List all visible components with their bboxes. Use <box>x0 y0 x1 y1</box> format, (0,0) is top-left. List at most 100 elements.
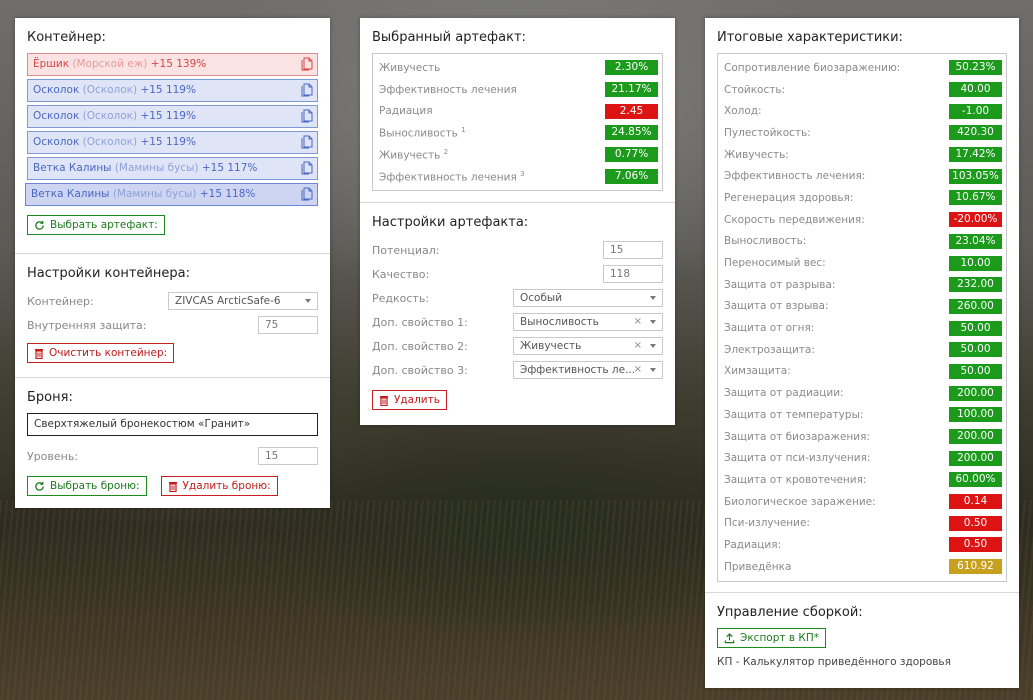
stat-name: Радиация: <box>724 538 782 551</box>
copy-icon[interactable] <box>301 187 313 201</box>
copy-icon[interactable] <box>301 57 313 71</box>
potential-input[interactable]: 15 <box>603 241 663 259</box>
stat-value: 24.85% <box>605 125 658 141</box>
stat-value: 2.30% <box>605 60 658 76</box>
stat-value: 200.00 <box>949 450 1002 466</box>
total-stat-row: Регенерация здоровья: 10.67% <box>724 187 1002 209</box>
artifact-slot[interactable]: Ёршик (Морской еж) +15 139% <box>27 53 318 76</box>
clear-icon[interactable]: × <box>634 338 642 354</box>
totals-panel: Итоговые характеристики: Сопротивление б… <box>705 18 1019 688</box>
armor-level-input[interactable]: 15 <box>258 447 318 465</box>
total-stat-row: Защита от биозаражения: 200.00 <box>724 426 1002 448</box>
chevron-down-icon <box>650 296 656 300</box>
artifact-stat-row: Живучесть 2.30% <box>379 57 658 79</box>
container-select[interactable]: ZIVCAS ArcticSafe-6 <box>168 292 318 310</box>
clear-container-label: Очистить контейнер: <box>49 347 168 359</box>
slot-name: Осколок <box>33 84 80 96</box>
copy-icon[interactable] <box>301 135 313 149</box>
container-select-value: ZIVCAS ArcticSafe-6 <box>175 295 281 307</box>
artifact-panel: Выбранный артефакт: Живучесть 2.30% Эффект… <box>360 18 675 425</box>
prop3-label: Доп. свойство 3: <box>372 363 468 377</box>
total-stat-row: Пулестойкость: 420.30 <box>724 122 1002 144</box>
stat-value: 23.04% <box>949 233 1002 249</box>
chevron-down-icon <box>650 344 656 348</box>
artifact-stat-list: Живучесть 2.30% Эффективность лечения 21.17… <box>372 53 663 192</box>
total-stat-row: Защита от разрыва: 232.00 <box>724 274 1002 296</box>
delete-artifact-button[interactable]: Удалить <box>372 390 447 410</box>
refresh-icon <box>35 220 44 230</box>
slot-name: Ёршик <box>33 58 70 70</box>
stat-name: Электрозащита: <box>724 343 815 356</box>
clear-icon[interactable]: × <box>634 314 642 330</box>
stat-value: 40.00 <box>949 82 1002 98</box>
artifact-slot[interactable]: Ветка Калины (Мамины бусы) +15 118% <box>25 183 318 206</box>
artifact-stat-row: Живучесть 2 0.77% <box>379 144 658 166</box>
artifact-slot[interactable]: Ветка Калины (Мамины бусы) +15 117% <box>27 157 318 180</box>
prop3-select[interactable]: Эффективность ле... × <box>513 361 663 379</box>
copy-icon[interactable] <box>301 161 313 175</box>
stat-value: 0.50 <box>949 537 1002 553</box>
totals-stat-list: Сопротивление биозаражению: 50.23% Стойкос… <box>717 53 1007 582</box>
trash-icon <box>168 481 177 492</box>
select-artifact-label: Выбрать артефакт: <box>50 219 158 231</box>
stat-value: 420.30 <box>949 125 1002 141</box>
stat-value: 7.06% <box>605 168 658 184</box>
prop2-select[interactable]: Живучесть × <box>513 337 663 355</box>
stat-value: 100.00 <box>949 407 1002 423</box>
stat-name: Регенерация здоровья: <box>724 191 854 204</box>
total-stat-row: Эффективность лечения: 103.05% <box>724 165 1002 187</box>
clear-container-button[interactable]: Очистить контейнер: <box>27 343 175 363</box>
stat-value: 260.00 <box>949 298 1002 314</box>
artifact-settings-section: Настройки артефакта: Потенциал: 15 Качес… <box>360 203 675 425</box>
rarity-select[interactable]: Особый <box>513 289 663 307</box>
container-panel: Контейнер: Ёршик (Морской еж) +15 139% Ос… <box>15 18 330 508</box>
armor-title: Броня: <box>27 390 73 405</box>
stat-value: 2.45 <box>605 103 658 119</box>
stat-name: Переносимый вес: <box>724 257 826 270</box>
slot-sub: (Мамины бусы) <box>114 162 199 174</box>
copy-icon[interactable] <box>301 109 313 123</box>
total-stat-row: Живучесть: 17.42% <box>724 144 1002 166</box>
slot-name: Ветка Калины <box>33 162 112 174</box>
slot-name: Осколок <box>33 136 80 148</box>
container-section: Контейнер: Ёршик (Морской еж) +15 139% Ос… <box>15 18 330 254</box>
stat-name: Пси-излучение: <box>724 517 810 530</box>
total-stat-row: Электрозащита: 50.00 <box>724 339 1002 361</box>
stat-name: Пулестойкость: <box>724 126 811 139</box>
stat-name: Выносливость 1 <box>379 126 466 140</box>
slot-level: +15 139% <box>150 58 207 70</box>
copy-icon[interactable] <box>301 83 313 97</box>
stat-value: 50.23% <box>949 60 1002 76</box>
slot-name: Осколок <box>33 110 80 122</box>
armor-field[interactable]: Сверхтяжелый бронекостюм «Гранит» <box>27 413 318 436</box>
stat-name: Стойкость: <box>724 83 786 96</box>
delete-armor-button[interactable]: Удалить броню: <box>160 476 278 496</box>
stat-name: Защита от пси-излучения: <box>724 452 871 465</box>
stat-value: 610.92 <box>949 559 1002 575</box>
quality-input[interactable]: 118 <box>603 265 663 283</box>
stat-name: Сопротивление биозаражению: <box>724 61 901 74</box>
artifact-slot[interactable]: Осколок (Осколок) +15 119% <box>27 79 318 102</box>
artifact-slot[interactable]: Осколок (Осколок) +15 119% <box>27 105 318 128</box>
artifact-slot[interactable]: Осколок (Осколок) +15 119% <box>27 131 318 154</box>
total-stat-row: Химзащита: 50.00 <box>724 361 1002 383</box>
export-button[interactable]: Экспорт в КП* <box>717 628 826 648</box>
total-stat-row: Биологическое заражение: 0.14 <box>724 491 1002 513</box>
protection-input[interactable]: 75 <box>258 316 318 334</box>
stat-name: Химзащита: <box>724 365 791 378</box>
slot-sub: (Морской еж) <box>72 58 148 70</box>
selected-artifact-title: Выбранный артефакт: <box>372 30 526 45</box>
stat-value: 17.42% <box>949 147 1002 163</box>
delete-artifact-label: Удалить <box>394 394 440 406</box>
clear-icon[interactable]: × <box>634 362 642 378</box>
stat-name: Живучесть 2 <box>379 147 449 162</box>
total-stat-row: Защита от радиации: 200.00 <box>724 382 1002 404</box>
select-artifact-button[interactable]: Выбрать артефакт: <box>27 215 165 235</box>
total-stat-row: Холод: -1.00 <box>724 100 1002 122</box>
select-armor-button[interactable]: Выбрать броню: <box>27 476 147 496</box>
chevron-down-icon <box>650 320 656 324</box>
chevron-down-icon <box>650 368 656 372</box>
slot-level: +15 119% <box>140 136 196 148</box>
total-stat-row: Пси-излучение: 0.50 <box>724 512 1002 534</box>
prop1-select[interactable]: Выносливость × <box>513 313 663 331</box>
